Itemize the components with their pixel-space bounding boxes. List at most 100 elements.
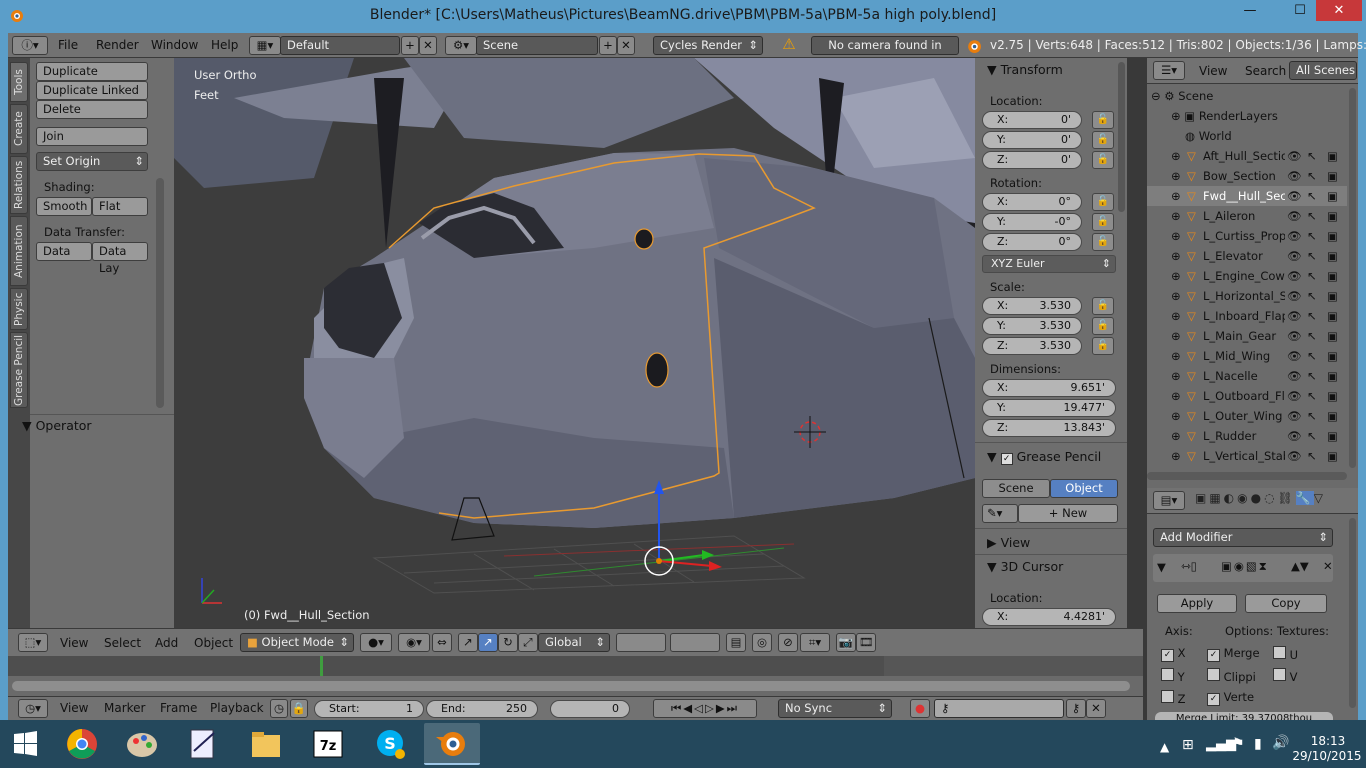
close-button[interactable]: ✕ xyxy=(1316,0,1362,21)
expand-icon[interactable]: ⊕ xyxy=(1171,146,1181,166)
properties-editor-icon[interactable]: ▤▾ xyxy=(1153,491,1185,510)
selectability-cursor-icon[interactable]: ↖ xyxy=(1307,146,1317,166)
minimize-button[interactable]: — xyxy=(1236,0,1264,21)
dimensions-z-field[interactable]: Z: 13.843' xyxy=(982,419,1116,437)
lock-icon[interactable]: 🔓 xyxy=(1092,233,1114,251)
visibility-eye-icon[interactable]: 👁 xyxy=(1287,386,1302,406)
add-menu[interactable]: Add xyxy=(155,636,178,650)
scale-z-field[interactable]: Z: 3.530 xyxy=(982,337,1082,355)
lock-icon[interactable]: 🔓 xyxy=(1092,297,1114,315)
merge-checkbox[interactable]: ✓ Merge xyxy=(1207,646,1260,662)
selectability-cursor-icon[interactable]: ↖ xyxy=(1307,246,1317,266)
selectability-cursor-icon[interactable]: ↖ xyxy=(1307,426,1317,446)
visibility-eye-icon[interactable]: 👁 xyxy=(1287,286,1302,306)
scale-manipulator-icon[interactable]: ⤢ xyxy=(518,633,538,652)
mode-select[interactable]: ■ Object Mode ⇕ xyxy=(240,633,354,652)
expand-icon[interactable]: ⊕ xyxy=(1171,446,1181,466)
selectability-cursor-icon[interactable]: ↖ xyxy=(1307,266,1317,286)
renderability-camera-icon[interactable]: ▣ xyxy=(1327,346,1338,366)
renderability-camera-icon[interactable]: ▣ xyxy=(1327,386,1338,406)
checkbox-icon[interactable]: ✓ xyxy=(1000,453,1013,465)
apply-button[interactable]: Apply xyxy=(1157,594,1237,613)
renderability-camera-icon[interactable]: ▣ xyxy=(1327,186,1338,206)
vertex-groups-checkbox[interactable]: ✓ Verte xyxy=(1207,690,1254,706)
collapse-arrow-icon[interactable]: ▼ xyxy=(1157,560,1166,574)
location-z-field[interactable]: Z: 0' xyxy=(982,151,1082,169)
rotation-mode-select[interactable]: XYZ Euler ⇕ xyxy=(982,255,1116,273)
visibility-eye-icon[interactable]: 👁 xyxy=(1287,446,1302,466)
expand-icon[interactable]: ⊕ xyxy=(1171,386,1181,406)
skype-taskbar-button[interactable]: S xyxy=(362,723,418,765)
outliner-filter-select[interactable]: All Scenes xyxy=(1289,61,1357,80)
snap-element-icon[interactable]: ⌗▾ xyxy=(800,633,830,652)
snap-icon[interactable]: ⊘ xyxy=(778,633,798,652)
scale-x-field[interactable]: X: 3.530 xyxy=(982,297,1082,315)
properties-scrollbar[interactable] xyxy=(1349,518,1356,708)
current-frame-marker[interactable] xyxy=(320,656,323,676)
current-frame-field[interactable]: 0 xyxy=(550,700,630,718)
axis-y-checkbox[interactable]: Y xyxy=(1161,668,1185,684)
renderability-camera-icon[interactable]: ▣ xyxy=(1327,226,1338,246)
screen-layout-icon[interactable]: ▦▾ xyxy=(249,36,281,55)
selectability-cursor-icon[interactable]: ↖ xyxy=(1307,386,1317,406)
renderability-camera-icon[interactable]: ▣ xyxy=(1327,446,1338,466)
3d-viewport[interactable]: User Ortho Feet (0) Fwd__Hull_Section xyxy=(174,58,975,628)
rotation-x-field[interactable]: X: 0° xyxy=(982,193,1082,211)
renderability-camera-icon[interactable]: ▣ xyxy=(1327,426,1338,446)
cursor-x-field[interactable]: X: 4.4281' xyxy=(982,608,1116,626)
renderability-camera-icon[interactable]: ▣ xyxy=(1327,246,1338,266)
renderability-camera-icon[interactable]: ▣ xyxy=(1327,326,1338,346)
expand-icon[interactable]: ⊕ xyxy=(1171,406,1181,426)
outliner-editor-icon[interactable]: ☰▾ xyxy=(1153,61,1185,80)
toolshelf-scrollbar[interactable] xyxy=(156,178,164,408)
flag-icon[interactable]: ⚑ xyxy=(1232,736,1245,752)
start-button[interactable] xyxy=(0,723,50,765)
blender-taskbar-button[interactable] xyxy=(424,723,480,765)
transform-panel-header[interactable]: ▼ Transform xyxy=(987,62,1063,77)
renderability-camera-icon[interactable]: ▣ xyxy=(1327,286,1338,306)
move-modifier-icon[interactable]: ▲▼ xyxy=(1291,559,1309,573)
data-layout-button[interactable]: Data Lay xyxy=(92,242,148,275)
maximize-button[interactable]: ☐ xyxy=(1286,0,1314,21)
lock-icon[interactable]: 🔓 xyxy=(1092,111,1114,129)
visibility-eye-icon[interactable]: 👁 xyxy=(1287,206,1302,226)
tl-playback-menu[interactable]: Playback xyxy=(210,701,264,715)
tab-create[interactable]: Create xyxy=(10,104,28,154)
render-engine-select[interactable]: Cycles Render ⇕ xyxy=(653,36,763,55)
chrome-taskbar-button[interactable] xyxy=(54,723,110,765)
renderability-camera-icon[interactable]: ▣ xyxy=(1327,406,1338,426)
viewport-shading-icon[interactable]: ●▾ xyxy=(360,633,392,652)
rotation-z-field[interactable]: Z: 0° xyxy=(982,233,1082,251)
expand-icon[interactable]: ⊕ xyxy=(1171,426,1181,446)
renderability-camera-icon[interactable]: ▣ xyxy=(1327,306,1338,326)
end-frame-field[interactable]: End: 250 xyxy=(426,700,538,718)
object-menu[interactable]: Object xyxy=(194,636,233,650)
outliner-object-row[interactable]: ⊕ ▽ L_Nacelle 👁 ↖ ▣ xyxy=(1147,366,1347,386)
axis-z-checkbox[interactable]: Z xyxy=(1161,690,1186,706)
location-x-field[interactable]: X: 0' xyxy=(982,111,1082,129)
y-arrow-head-icon[interactable] xyxy=(702,550,714,560)
visibility-eye-icon[interactable]: 👁 xyxy=(1287,166,1302,186)
app-taskbar-button[interactable] xyxy=(174,723,230,765)
delete-keyframe-icon[interactable]: ✕ xyxy=(1086,699,1106,718)
lock-icon[interactable]: 🔓 xyxy=(1092,131,1114,149)
tab-animation[interactable]: Animation xyxy=(10,216,28,286)
selectability-cursor-icon[interactable]: ↖ xyxy=(1307,226,1317,246)
lock-icon[interactable]: 🔓 xyxy=(1092,213,1114,231)
lock-icon[interactable]: 🔓 xyxy=(1092,193,1114,211)
menu-window[interactable]: Window xyxy=(151,38,198,52)
layout-field[interactable]: Default xyxy=(280,36,400,55)
scene-field[interactable]: Scene xyxy=(476,36,598,55)
expand-icon[interactable]: ⊕ xyxy=(1171,166,1181,186)
visibility-eye-icon[interactable]: 👁 xyxy=(1287,246,1302,266)
editor-type-info-icon[interactable]: ⓘ▾ xyxy=(12,36,48,55)
outliner-scrollbar[interactable] xyxy=(1349,88,1356,468)
tray-expand-icon[interactable]: ▲ xyxy=(1160,740,1169,754)
lock-icon[interactable]: 🔓 xyxy=(1092,337,1114,355)
dimensions-x-field[interactable]: X: 9.651' xyxy=(982,379,1116,397)
view-menu[interactable]: View xyxy=(60,636,88,650)
renderability-camera-icon[interactable]: ▣ xyxy=(1327,166,1338,186)
outliner-renderlayers-row[interactable]: ⊕ ▣ RenderLayers xyxy=(1147,106,1347,126)
opengl-render-icon[interactable]: 📷 xyxy=(836,633,856,652)
renderability-camera-icon[interactable]: ▣ xyxy=(1327,266,1338,286)
